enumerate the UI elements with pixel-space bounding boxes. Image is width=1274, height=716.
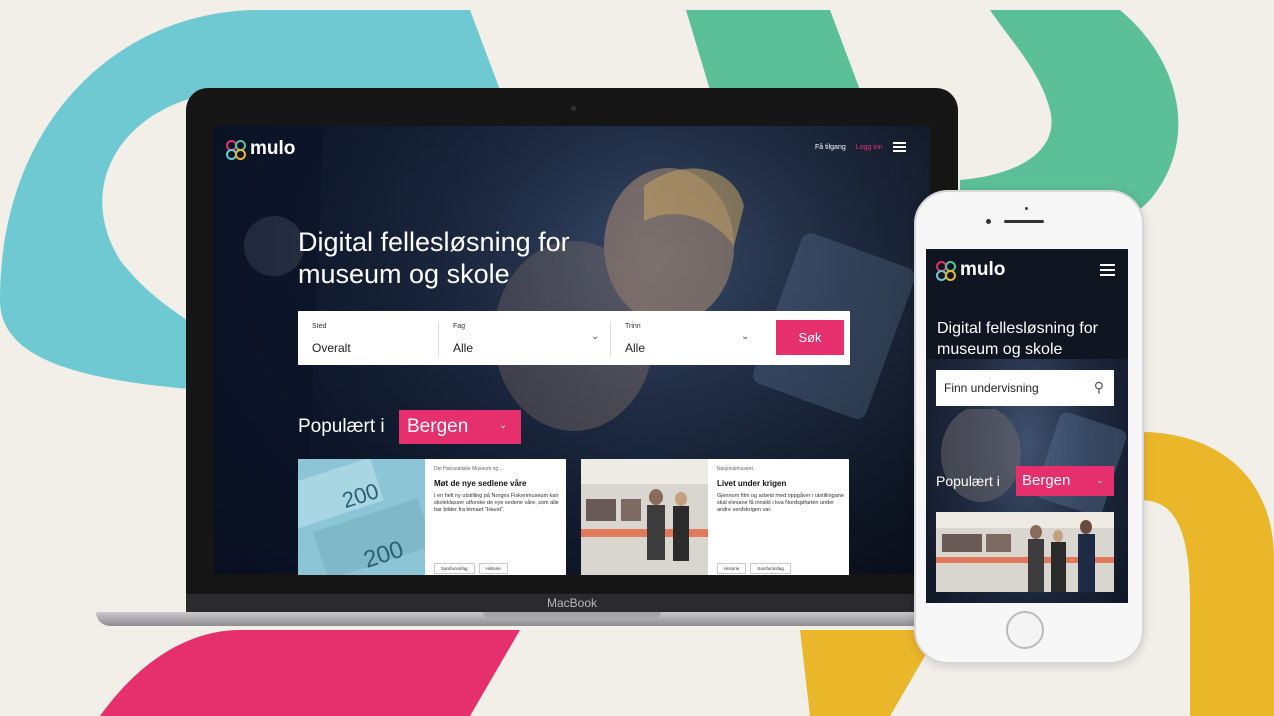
hamburger-icon[interactable] [1100,264,1115,276]
grade-select[interactable]: Trinn Alle ⌄ [611,311,771,365]
tag[interactable]: Samfunnsfag [750,563,791,574]
top-nav: Få tilgang Logg inn [815,142,906,152]
popular-label: Populært i [298,416,385,437]
access-link[interactable]: Få tilgang [815,144,846,151]
laptop-camera [571,106,576,111]
site-logo[interactable]: mulo [226,138,295,160]
phone-popular-label: Populært i [936,473,1000,489]
laptop-notch [483,612,661,618]
hero-title: Digital fellesløsning for museum og skol… [298,227,570,289]
phone-home-button[interactable] [1006,611,1044,649]
phone-card-image[interactable] [936,512,1114,592]
banknotes-image: 200 200 [298,459,425,575]
subject-select[interactable]: Fag Alle ⌄ [439,311,609,365]
tag[interactable]: Historie [717,563,747,574]
tag[interactable]: Historie [478,563,508,574]
tag[interactable]: Samfunnsfag [434,563,475,574]
logo-text: mulo [250,138,296,159]
phone-hero-photo [941,409,1127,516]
hamburger-icon[interactable] [892,142,906,152]
course-card[interactable]: Nasjonalmuseet Livet under krigen Gjenno… [581,459,849,575]
search-button[interactable]: Søk [776,320,844,355]
card-source: Nasjonalmuseet [717,466,753,472]
phone-hero-title: Digital fellesløsning for museum og skol… [937,320,1098,358]
phone-search-input[interactable]: Finn undervisning ⚲ [936,370,1114,406]
phone-camera [1025,207,1028,210]
search-form: Sted Overalt Fag Alle ⌄ Trinn Alle ⌄ [298,311,850,365]
card-title[interactable]: Livet under krigen [717,479,845,488]
mulo-logo-icon [226,140,246,160]
login-link[interactable]: Logg inn [856,144,883,151]
laptop-brand-label: MacBook [546,596,598,610]
search-icon[interactable]: ⚲ [1094,379,1104,396]
card-source: Det Hanseatiske Museum og ... [434,466,504,472]
location-field[interactable]: Sted Overalt [298,311,438,365]
chevron-down-icon: ⌄ [498,420,507,431]
phone-speaker [1004,220,1044,223]
phone-site-logo[interactable]: mulo [936,259,1005,281]
phone-sensor [986,219,991,224]
card-description: Gjennom film og arbeid med oppgåver i ut… [717,493,844,513]
mulo-logo-icon [936,261,956,281]
course-card[interactable]: 200 200 Det Hanseatiske Museum og ... Mø… [298,459,566,575]
chevron-down-icon: ⌄ [591,331,600,342]
chevron-down-icon: ⌄ [1096,475,1104,485]
card-description: I en helt ny utstilling på Norges Fisker… [434,493,559,513]
chevron-down-icon: ⌄ [741,331,750,342]
phone-city-select[interactable]: Bergen ⌄ [1016,466,1114,496]
city-select[interactable]: Bergen ⌄ [399,410,521,444]
logo-text: mulo [960,259,1006,280]
exhibition-photo [581,459,708,575]
card-title[interactable]: Møt de nye sedlene våre [434,479,562,488]
